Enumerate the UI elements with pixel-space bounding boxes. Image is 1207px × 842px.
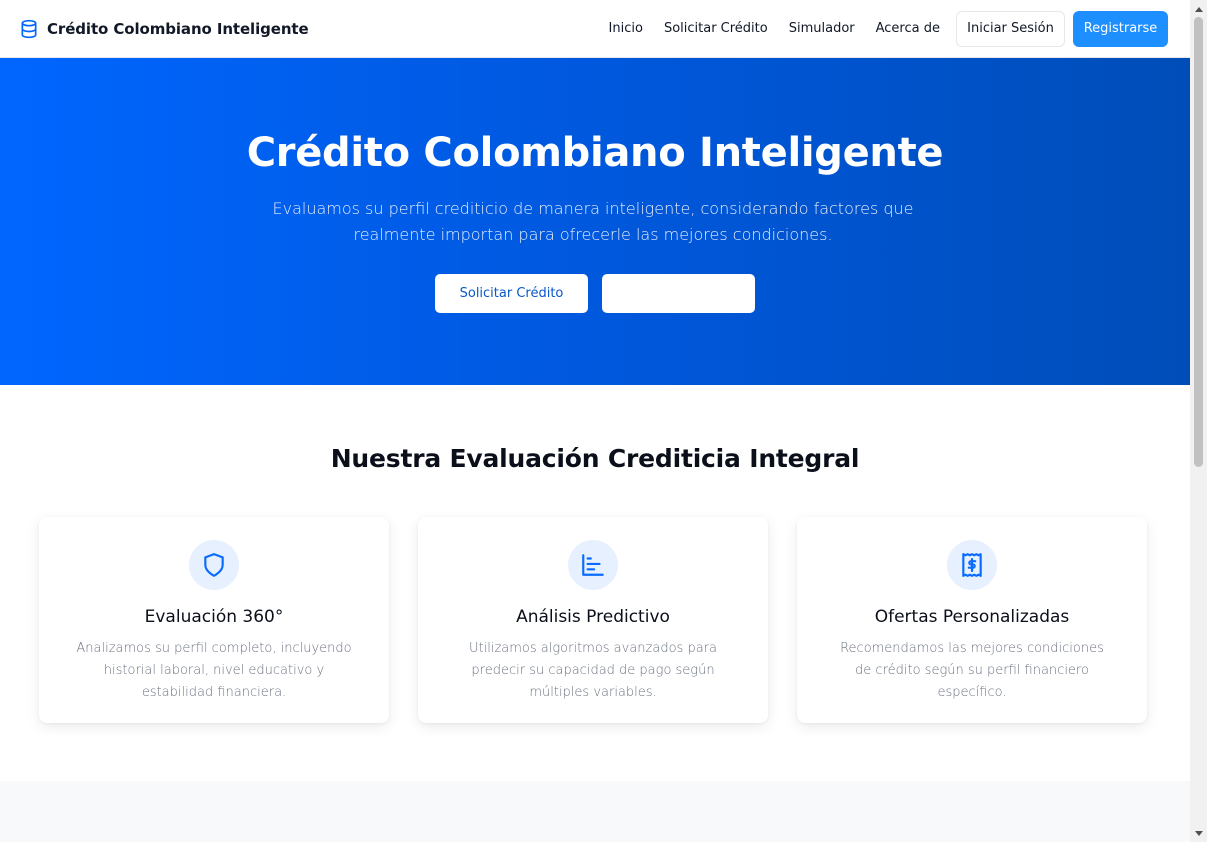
nav-link-acerca-de[interactable]: Acerca de — [876, 21, 940, 36]
feature-card-evaluacion: Evaluación 360° Analizamos su perfil com… — [39, 517, 389, 723]
database-icon — [19, 19, 39, 39]
receipt-icon — [947, 540, 997, 590]
vertical-scrollbar[interactable] — [1190, 0, 1207, 842]
hero-secondary-button[interactable] — [602, 274, 755, 313]
feature-card-title: Evaluación 360° — [144, 607, 284, 627]
nav-link-simulador[interactable]: Simulador — [789, 21, 855, 36]
nav-links: Inicio Solicitar Crédito Simulador Acerc… — [609, 10, 1168, 47]
scroll-up-arrow-icon[interactable] — [1190, 0, 1207, 17]
hero-subtitle: Evaluamos su perfil crediticio de manera… — [272, 199, 914, 244]
feature-card-analisis: Análisis Predictivo Utilizamos algoritmo… — [418, 517, 768, 723]
feature-card-title: Ofertas Personalizadas — [874, 607, 1070, 627]
register-button[interactable]: Registrarse — [1073, 10, 1168, 47]
scrollbar-thumb[interactable] — [1194, 17, 1203, 467]
feature-card-ofertas: Ofertas Personalizadas Recomendamos las … — [797, 517, 1147, 723]
brand-name: Crédito Colombiano Inteligente — [47, 19, 309, 38]
feature-card-description: Utilizamos algoritmos avanzados para pre… — [469, 641, 717, 700]
bar-chart-icon — [568, 540, 618, 590]
feature-card-title: Análisis Predictivo — [516, 607, 670, 627]
hero-apply-button[interactable]: Solicitar Crédito — [435, 274, 588, 313]
next-section — [0, 781, 1190, 842]
navbar: Crédito Colombiano Inteligente Inicio So… — [0, 0, 1190, 58]
features-title: Nuestra Evaluación Crediticia Integral — [330, 444, 860, 473]
nav-link-solicitar-credito[interactable]: Solicitar Crédito — [664, 21, 768, 36]
hero-section: Crédito Colombiano Inteligente Evaluamos… — [0, 58, 1190, 385]
brand[interactable]: Crédito Colombiano Inteligente — [19, 19, 309, 39]
feature-card-description: Analizamos su perfil completo, incluyend… — [76, 641, 352, 700]
hero-buttons: Solicitar Crédito — [0, 274, 1190, 313]
hero-title: Crédito Colombiano Inteligente — [246, 130, 944, 176]
page: Crédito Colombiano Inteligente Inicio So… — [0, 0, 1190, 842]
login-button[interactable]: Iniciar Sesión — [956, 10, 1065, 47]
shield-icon — [189, 540, 239, 590]
nav-link-inicio[interactable]: Inicio — [609, 21, 643, 36]
feature-card-description: Recomendamos las mejores condiciones de … — [840, 641, 1104, 700]
scroll-down-arrow-icon[interactable] — [1190, 825, 1207, 842]
